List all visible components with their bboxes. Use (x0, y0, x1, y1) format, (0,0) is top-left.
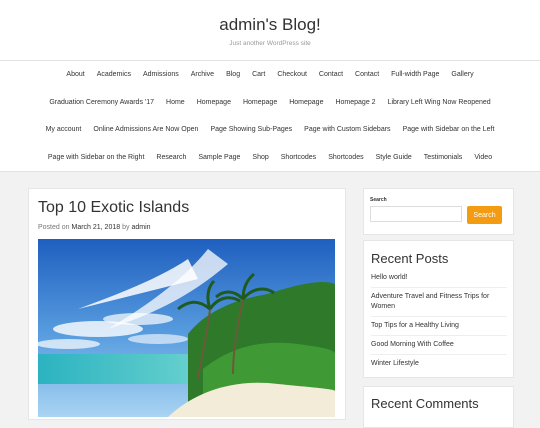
search-label: Search (370, 197, 387, 203)
nav-row: Graduation Ceremony Awards '17 Home Home… (0, 89, 540, 117)
nav-item-shortcodes-2[interactable]: Shortcodes (322, 154, 369, 161)
nav-item-research[interactable]: Research (150, 154, 192, 161)
nav-item-blog[interactable]: Blog (220, 71, 246, 78)
nav-item-page-showing-sub-pages[interactable]: Page Showing Sub-Pages (204, 126, 298, 133)
recent-post-item[interactable]: Top Tips for a Healthy Living (371, 316, 507, 335)
nav-item-page-custom-sidebars[interactable]: Page with Custom Sidebars (298, 126, 396, 133)
nav-item-cart[interactable]: Cart (246, 71, 271, 78)
nav-item-online-admissions[interactable]: Online Admissions Are Now Open (87, 126, 204, 133)
nav-item-library-left-wing[interactable]: Library Left Wing Now Reopened (382, 99, 497, 106)
nav-item-page-sidebar-left[interactable]: Page with Sidebar on the Left (397, 126, 501, 133)
nav-item-academics[interactable]: Academics (91, 71, 137, 78)
nav-item-video[interactable]: Video (468, 154, 498, 161)
nav-item-home[interactable]: Home (160, 99, 191, 106)
search-button[interactable]: Search (467, 206, 502, 224)
post-article: Top 10 Exotic Islands Posted on March 21… (28, 188, 346, 420)
main-navigation: About Academics Admissions Archive Blog … (0, 61, 540, 172)
nav-row: Page with Sidebar on the Right Research … (0, 144, 540, 172)
recent-post-item[interactable]: Hello world! (371, 269, 507, 287)
recent-comments-title: Recent Comments (371, 396, 479, 411)
nav-item-contact-2[interactable]: Contact (349, 71, 385, 78)
recent-post-item[interactable]: Good Morning With Coffee (371, 335, 507, 354)
nav-row: My account Online Admissions Are Now Ope… (0, 116, 540, 144)
nav-item-my-account[interactable]: My account (40, 126, 88, 133)
recent-comments-widget: Recent Comments (363, 386, 514, 428)
posted-on-label: Posted on (38, 224, 70, 231)
nav-item-full-width-page[interactable]: Full-width Page (385, 71, 445, 78)
post-title[interactable]: Top 10 Exotic Islands (38, 199, 189, 217)
site-description: Just another WordPress site (229, 40, 311, 47)
post-meta: Posted on March 21, 2018 by admin (38, 224, 151, 231)
post-author-link[interactable]: admin (131, 224, 150, 231)
recent-posts-widget: Recent Posts Hello world! Adventure Trav… (363, 240, 514, 378)
nav-row: About Academics Admissions Archive Blog … (0, 61, 540, 89)
nav-item-homepage[interactable]: Homepage (191, 99, 237, 106)
nav-item-admissions[interactable]: Admissions (137, 71, 185, 78)
nav-item-homepage-3[interactable]: Homepage (283, 99, 329, 106)
nav-item-checkout[interactable]: Checkout (271, 71, 313, 78)
recent-posts-list: Hello world! Adventure Travel and Fitnes… (371, 269, 507, 373)
site-title[interactable]: admin's Blog! (0, 0, 540, 35)
nav-item-graduation-ceremony[interactable]: Graduation Ceremony Awards '17 (43, 99, 160, 106)
recent-post-item[interactable]: Winter Lifestyle (371, 354, 507, 373)
nav-item-style-guide[interactable]: Style Guide (370, 154, 418, 161)
search-widget: Search Search (363, 188, 514, 235)
by-label: by (122, 224, 130, 231)
nav-item-archive[interactable]: Archive (185, 71, 220, 78)
nav-item-homepage-2[interactable]: Homepage (237, 99, 283, 106)
nav-item-about[interactable]: About (60, 71, 90, 78)
recent-post-item[interactable]: Adventure Travel and Fitness Trips for W… (371, 287, 507, 316)
nav-item-shortcodes[interactable]: Shortcodes (275, 154, 322, 161)
nav-item-page-sidebar-right[interactable]: Page with Sidebar on the Right (42, 154, 151, 161)
site-header: admin's Blog! Just another WordPress sit… (0, 0, 540, 61)
nav-item-contact[interactable]: Contact (313, 71, 349, 78)
featured-image[interactable] (38, 239, 335, 417)
nav-item-testimonials[interactable]: Testimonials (418, 154, 469, 161)
search-input[interactable] (370, 206, 462, 222)
post-date-link[interactable]: March 21, 2018 (71, 224, 120, 231)
nav-item-shop[interactable]: Shop (246, 154, 274, 161)
recent-posts-title: Recent Posts (371, 251, 449, 266)
nav-item-homepage-v2[interactable]: Homepage 2 (329, 99, 381, 106)
nav-item-sample-page[interactable]: Sample Page (192, 154, 246, 161)
nav-item-gallery[interactable]: Gallery (445, 71, 479, 78)
